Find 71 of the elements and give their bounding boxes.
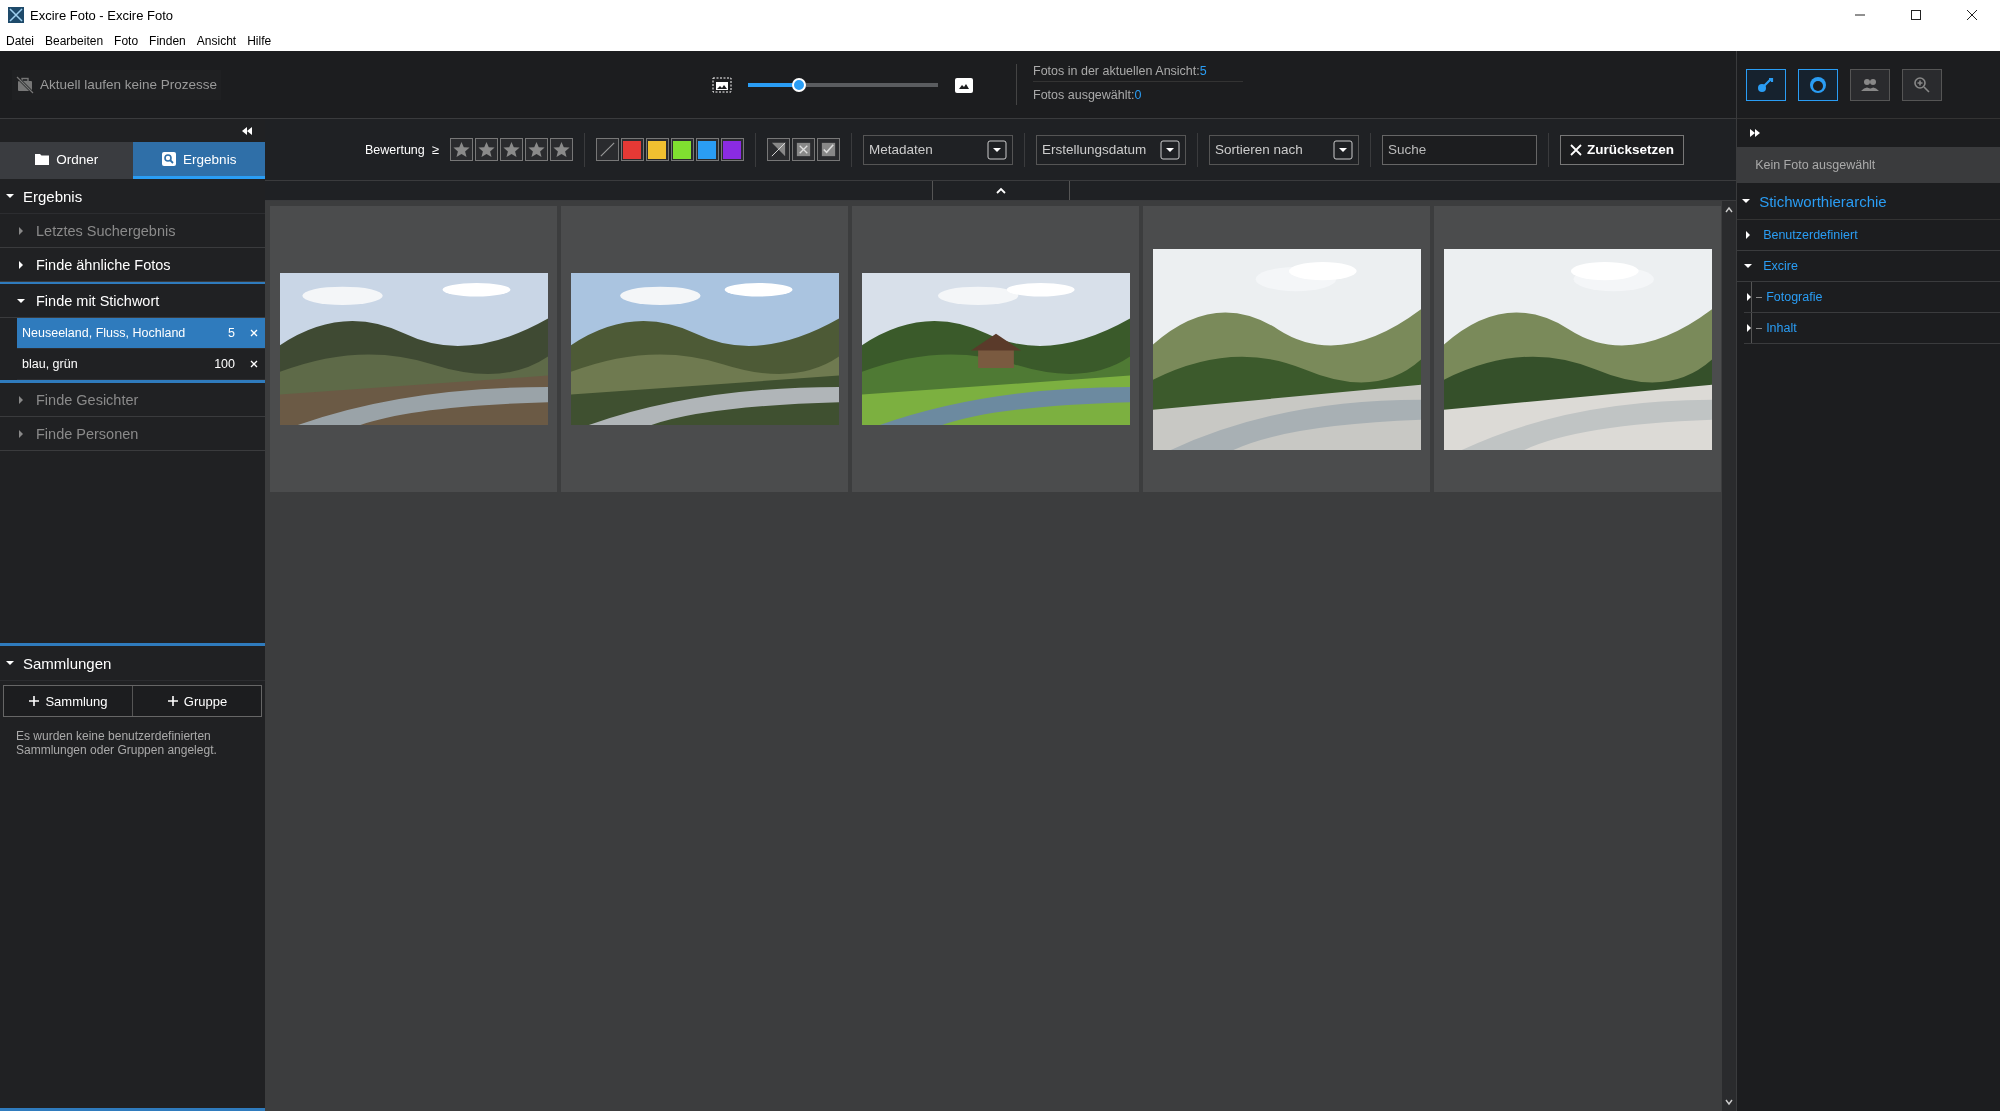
collapse-left-icon[interactable] (241, 124, 253, 137)
tree-item[interactable]: Inhalt (1744, 313, 2000, 344)
star-icon (501, 140, 521, 159)
menu-item[interactable]: Ansicht (196, 33, 237, 48)
people-tool-button[interactable] (1850, 68, 1891, 101)
star-icon (451, 140, 471, 159)
briefcase-crossed-icon (16, 75, 34, 94)
sidebar-tab[interactable]: Ordner (0, 142, 133, 179)
plus-icon (28, 695, 41, 707)
rejected-filter[interactable] (791, 138, 815, 161)
star-filter[interactable] (499, 138, 523, 161)
plus-icon (166, 695, 179, 707)
expand-right-icon[interactable] (1749, 127, 1762, 139)
unflagged-filter[interactable] (766, 138, 790, 161)
tree-item[interactable]: Fotografie (1744, 282, 2000, 313)
keyword-tool-button[interactable] (1746, 68, 1787, 101)
search-field[interactable]: Suche (1381, 134, 1537, 165)
app-logo-icon (8, 7, 24, 23)
rating-label: Bewertung (365, 142, 425, 157)
star-icon (551, 140, 571, 159)
face-icon (1808, 74, 1829, 95)
tree-item[interactable]: Benutzerdefiniert (1737, 220, 2000, 251)
add-button[interactable]: Gruppe (133, 686, 261, 716)
menu-item[interactable]: Foto (114, 33, 139, 48)
no-color-filter[interactable] (595, 138, 619, 161)
tree-item[interactable]: Excire (1737, 251, 2000, 282)
add-button[interactable]: Sammlung (4, 686, 133, 716)
star-filter[interactable] (474, 138, 498, 161)
small-thumbnail-icon[interactable] (712, 74, 732, 95)
menu-item[interactable]: Hilfe (247, 33, 272, 48)
filter-dropdown[interactable]: Erstellungsdatum (1035, 134, 1186, 165)
photo-count-text: Fotos ausgewählt:0 (1033, 88, 1143, 104)
star-icon (526, 140, 546, 159)
filter-dropdown[interactable]: Metadaten (862, 134, 1013, 165)
filter-dropdown[interactable]: Sortieren nach (1208, 134, 1359, 165)
star-icon (476, 140, 496, 159)
result-count: 100 (213, 357, 236, 371)
keyword-text: Neuseeland, Fluss, Hochland (22, 326, 187, 340)
close-icon (1569, 143, 1582, 156)
close-icon[interactable] (1966, 9, 1978, 21)
search-icon (161, 151, 178, 167)
photo-cell[interactable] (561, 206, 848, 492)
window-title: Excire Foto - Excire Foto (30, 7, 174, 23)
scrollbar[interactable] (1722, 201, 1737, 1111)
star-filter[interactable] (449, 138, 473, 161)
menu-item[interactable]: Finden (149, 33, 186, 48)
keyword-text: blau, grün (22, 357, 79, 371)
photo-info-bar: Kein Foto ausgewählt (1737, 147, 2000, 183)
photo-cell[interactable] (1143, 206, 1430, 492)
maximize-icon[interactable] (1910, 9, 1922, 21)
scroll-down-icon[interactable] (1724, 1097, 1735, 1107)
sidebar-tab[interactable]: Ergebnis (132, 142, 265, 179)
photo-cell[interactable] (270, 206, 557, 492)
zoom-tool-button[interactable] (1902, 68, 1943, 101)
keyword-query-row[interactable]: Neuseeland, Fluss, Hochland 5 (17, 318, 265, 349)
rating-operator: ≥ (431, 142, 439, 157)
star-filter[interactable] (524, 138, 548, 161)
photo-count-text: Fotos in der aktuellen Ansicht:5 (1033, 64, 1243, 82)
reset-button[interactable]: Zurücksetzen (1559, 134, 1684, 165)
result-count: 5 (227, 326, 236, 340)
tree-header[interactable]: Stichworthierarchie (1737, 183, 2000, 220)
menu-item[interactable]: Bearbeiten (45, 33, 104, 48)
picked-filter[interactable] (816, 138, 840, 161)
empty-collections-note: Es wurden keine benutzerdefinierten Sammlungen oder Gruppen angelegt. (16, 729, 218, 758)
star-filter[interactable] (549, 138, 573, 161)
scroll-up-icon[interactable] (1724, 205, 1735, 215)
photo-cell[interactable] (852, 206, 1139, 492)
photo-cell[interactable] (1434, 206, 1721, 492)
menu-item[interactable]: Datei (6, 33, 34, 48)
face-tool-button[interactable] (1798, 68, 1839, 101)
folder-icon (34, 151, 51, 167)
